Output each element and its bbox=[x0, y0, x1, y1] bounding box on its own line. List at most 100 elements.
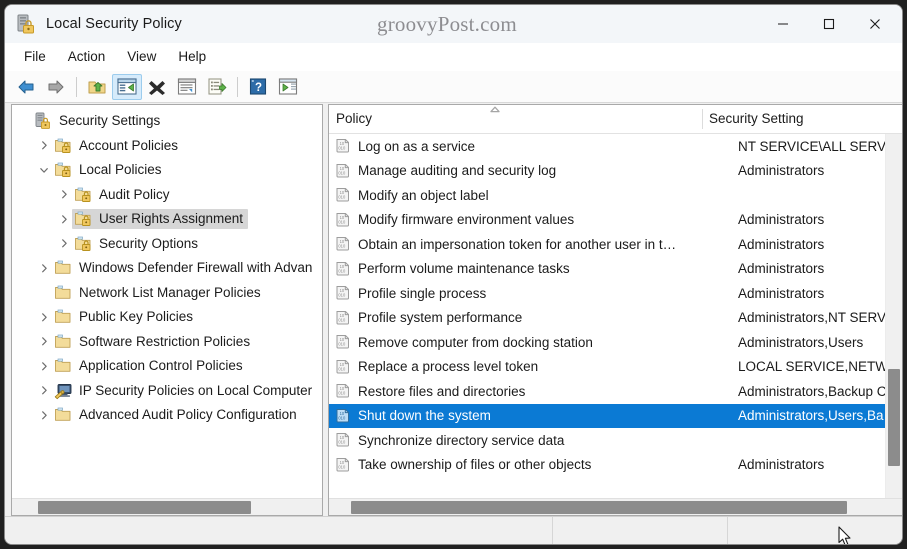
minimize-button[interactable] bbox=[760, 5, 806, 43]
list-vscroll-thumb[interactable] bbox=[888, 369, 900, 466]
table-row[interactable]: 10 010 Profile single process Administrator… bbox=[329, 281, 902, 306]
table-row[interactable]: 10 010 Obtain an impersonation token for a… bbox=[329, 232, 902, 257]
ip-security-icon bbox=[54, 382, 73, 399]
chevron-right-icon[interactable] bbox=[36, 403, 52, 427]
column-header-security-setting[interactable]: Security Setting bbox=[702, 105, 902, 133]
chevron-right-icon[interactable] bbox=[36, 379, 52, 403]
toolbar: ? bbox=[5, 71, 902, 103]
chevron-right-icon[interactable] bbox=[36, 354, 52, 378]
cell-security-setting: LOCAL SERVICE,NETWOI bbox=[738, 359, 902, 375]
tree-item-user-rights-assignment[interactable]: User Rights Assignment bbox=[12, 207, 322, 232]
chevron-right-icon[interactable] bbox=[36, 305, 52, 329]
tree-item-security-settings[interactable]: Security Settings bbox=[12, 109, 322, 134]
chevron-right-icon[interactable] bbox=[36, 134, 52, 158]
policy-item-icon: 10010 bbox=[336, 384, 349, 398]
tree-item-account-policies[interactable]: Account Policies bbox=[12, 134, 322, 159]
svg-text:010: 010 bbox=[338, 244, 346, 249]
svg-text:010: 010 bbox=[338, 342, 346, 347]
table-row[interactable]: 10 010 Restore files and directories Admini… bbox=[329, 379, 902, 404]
tree-item-application-control-policies[interactable]: Application Control Policies bbox=[12, 354, 322, 379]
list-hscroll-thumb[interactable] bbox=[351, 501, 847, 514]
table-row[interactable]: 10 010 Manage auditing and security log Adm… bbox=[329, 159, 902, 184]
policy-item-icon: 10010 bbox=[335, 432, 351, 448]
policy-folder-icon bbox=[74, 210, 93, 227]
tree-hscroll-thumb[interactable] bbox=[38, 501, 251, 514]
table-row[interactable]: 10 010 Synchronize directory service data bbox=[329, 428, 902, 453]
tree-item-audit-policy[interactable]: Audit Policy bbox=[12, 183, 322, 208]
tree-item-label: Security Options bbox=[99, 235, 199, 251]
svg-text:010: 010 bbox=[338, 268, 346, 273]
tree-item-local-policies[interactable]: Local Policies bbox=[12, 158, 322, 183]
chevron-down-icon[interactable] bbox=[36, 158, 52, 182]
maximize-button[interactable] bbox=[806, 5, 852, 43]
window-controls bbox=[760, 5, 898, 43]
delete-button[interactable] bbox=[142, 74, 172, 100]
table-row[interactable]: 10 010 Remove computer from docking statio… bbox=[329, 330, 902, 355]
tree-item-software-restriction-policies[interactable]: Software Restriction Policies bbox=[12, 330, 322, 355]
up-one-level-button[interactable] bbox=[82, 74, 112, 100]
show-hide-console-tree-button[interactable] bbox=[112, 73, 142, 100]
tree-item-advanced-audit-policy-configuration[interactable]: Advanced Audit Policy Configuration bbox=[12, 403, 322, 428]
status-segment-1 bbox=[552, 517, 727, 544]
tree-item-network-list-manager-policies[interactable]: Network List Manager Policies bbox=[12, 281, 322, 306]
table-row[interactable]: 10 010 Perform volume maintenance tasks Adm… bbox=[329, 257, 902, 282]
tree-horizontal-scrollbar[interactable] bbox=[12, 498, 322, 515]
tree-item-label: User Rights Assignment bbox=[99, 211, 244, 227]
chevron-right-icon[interactable] bbox=[36, 256, 52, 280]
tree-item-security-options[interactable]: Security Options bbox=[12, 232, 322, 257]
table-row[interactable]: 10 010 Log on as a service NT SERVICE\ALL S… bbox=[329, 134, 902, 159]
policy-folder-icon bbox=[74, 235, 93, 252]
table-row[interactable]: 10 010 Replace a process level token LOCAL … bbox=[329, 355, 902, 380]
properties-icon bbox=[177, 78, 197, 95]
back-button[interactable] bbox=[11, 74, 41, 100]
menu-view[interactable]: View bbox=[116, 46, 167, 67]
show-action-pane-button[interactable] bbox=[273, 74, 303, 100]
column-header-policy[interactable]: Policy bbox=[329, 105, 702, 133]
export-list-button[interactable] bbox=[202, 74, 232, 100]
menu-help[interactable]: Help bbox=[167, 46, 217, 67]
tree-item-label: Audit Policy bbox=[99, 186, 170, 202]
properties-button[interactable] bbox=[172, 74, 202, 100]
status-message bbox=[5, 517, 552, 544]
table-row[interactable]: 10 010 Take ownership of files or other ob… bbox=[329, 453, 902, 478]
table-row[interactable]: 10 010 Modify firmware environment values A… bbox=[329, 208, 902, 233]
plain-folder-icon bbox=[54, 357, 73, 374]
security-policy-icon bbox=[15, 13, 37, 35]
table-row[interactable]: 10 010 Profile system performance Administr… bbox=[329, 306, 902, 331]
tree-twisty-none bbox=[16, 109, 32, 133]
cell-policy: Profile system performance bbox=[358, 310, 523, 326]
list-vertical-scrollbar[interactable] bbox=[885, 134, 902, 515]
policy-item-icon: 10010 bbox=[336, 335, 349, 349]
chevron-right-icon[interactable] bbox=[56, 207, 72, 231]
chevron-right-icon[interactable] bbox=[56, 183, 72, 207]
folder-up-icon bbox=[88, 81, 106, 93]
cell-policy: Modify firmware environment values bbox=[358, 212, 575, 228]
sort-ascending-icon bbox=[490, 106, 500, 113]
cell-policy: Shut down the system bbox=[358, 408, 491, 424]
policy-item-icon: 10010 bbox=[335, 138, 351, 154]
menu-action[interactable]: Action bbox=[57, 46, 117, 67]
table-row[interactable]: 10 010 Modify an object label bbox=[329, 183, 902, 208]
console-tree-icon bbox=[117, 78, 137, 95]
chevron-right-icon[interactable] bbox=[36, 330, 52, 354]
cell-security-setting: Administrators,Backup C bbox=[738, 383, 887, 399]
menu-file[interactable]: File bbox=[13, 46, 57, 67]
tree-item-label: Security Settings bbox=[59, 113, 161, 129]
svg-text:010: 010 bbox=[338, 146, 346, 151]
cell-security-setting: NT SERVICE\ALL SERVICE bbox=[738, 138, 902, 154]
cell-policy: Obtain an impersonation token for anothe… bbox=[358, 236, 677, 252]
policy-list-pane: Policy Security Setting 10 010 Log on as a… bbox=[328, 104, 902, 544]
tree-item-public-key-policies[interactable]: Public Key Policies bbox=[12, 305, 322, 330]
policy-item-icon: 10010 bbox=[336, 188, 349, 202]
table-row[interactable]: 10 010 Shut down the system Administrators,… bbox=[329, 403, 902, 428]
close-button[interactable] bbox=[852, 5, 898, 43]
tree-item-ip-security-policies-on-local-computer[interactable]: IP Security Policies on Local Computer bbox=[12, 379, 322, 404]
help-button[interactable]: ? bbox=[243, 74, 273, 100]
plain-folder-icon bbox=[55, 260, 71, 274]
tree-item-windows-defender-firewall-with-advan[interactable]: Windows Defender Firewall with Advan bbox=[12, 256, 322, 281]
list-horizontal-scrollbar[interactable] bbox=[329, 498, 902, 515]
tree-item-label: Network List Manager Policies bbox=[79, 284, 261, 300]
cell-policy: Modify an object label bbox=[358, 187, 489, 203]
chevron-right-icon[interactable] bbox=[56, 232, 72, 256]
forward-button[interactable] bbox=[41, 74, 71, 100]
